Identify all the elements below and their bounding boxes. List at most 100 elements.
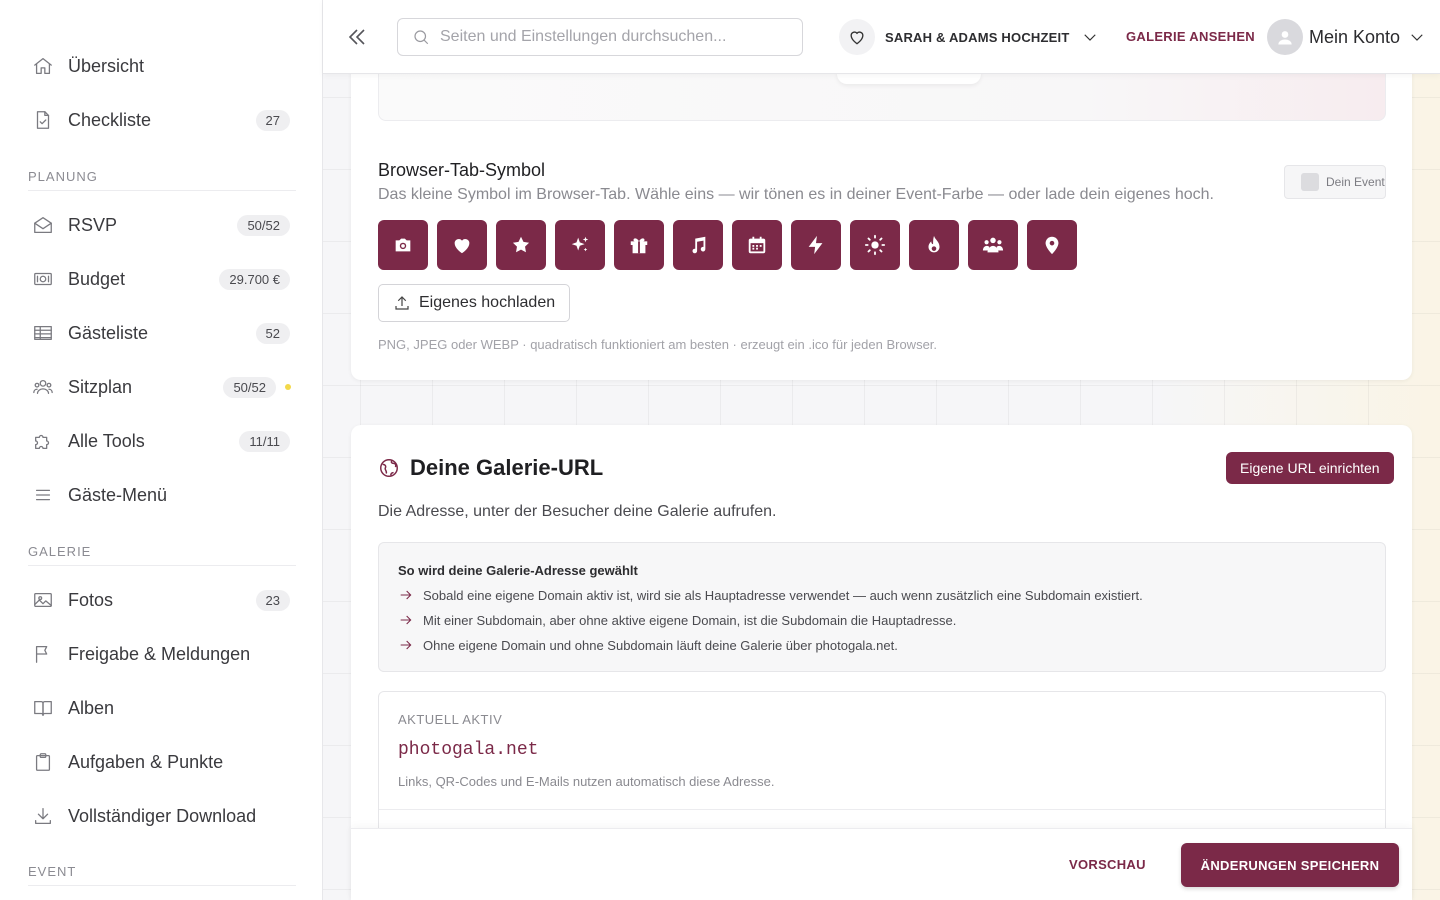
gallery-url-title: Deine Galerie-URL [410,455,604,480]
double-chevron-left-icon [348,29,365,45]
account-menu[interactable]: Mein Konto [1267,18,1426,56]
sidebar-item-gaesteliste[interactable]: Gästeliste 52 [28,313,294,353]
event-color-chip[interactable]: Dein Event [1284,165,1386,199]
upload-own-button[interactable]: Eigenes hochladen [378,284,571,322]
icon-option-star[interactable] [496,220,546,270]
clipboard-icon [28,750,60,774]
sidebar-item-rsvp[interactable]: RSVP 50/52 [28,205,294,245]
heart-icon [454,239,470,254]
address-rule-text: Ohne eigene Domain und ohne Subdomain lä… [423,637,898,653]
download-icon [28,804,60,828]
collapse-sidebar-button[interactable] [345,25,369,49]
map-pin-icon [1045,236,1059,255]
sidebar-item-checkliste[interactable]: Checkliste 27 [28,100,294,140]
bolt-icon [808,235,823,255]
search-input[interactable] [440,28,780,46]
sidebar-item-label: Alben [68,697,115,718]
setup-own-url-button[interactable]: Eigene URL einrichten [1226,452,1394,484]
sidebar-item-label: Aufgaben & Punkte [68,751,224,772]
globe-icon [380,459,398,477]
sidebar-item-freigabe[interactable]: Freigabe & Meldungen [28,634,294,674]
arrow-right-icon [400,615,412,625]
book-icon [28,696,60,720]
sidebar-item-label: Fotos [68,589,114,610]
icon-option-gift[interactable] [614,220,664,270]
address-rules-box: So wird deine Galerie-Adresse gewählt So… [378,542,1386,672]
view-gallery-link[interactable]: GALERIE ANSEHEN [1126,29,1255,44]
icon-option-bolt[interactable] [791,220,841,270]
sidebar-item-alle-tools[interactable]: Alle Tools 11/11 [28,421,294,461]
address-rule-item: Mit einer Subdomain, aber ohne aktive ei… [398,612,956,628]
sidebar-item-label: Übersicht [68,55,145,76]
upload-icon [395,296,409,310]
event-name: SARAH & ADAMS HOCHZEIT [885,29,1070,45]
puzzle-icon [28,429,60,453]
status-dot [285,384,291,390]
save-changes-button[interactable]: ÄNDERUNGEN SPEICHERN [1181,843,1399,887]
tab-symbol-title: Browser-Tab-Symbol [378,160,546,180]
count-badge: 27 [255,109,290,131]
gallery-url-description: Die Adresse, unter der Besucher deine Ga… [378,503,777,520]
color-swatch [1301,173,1319,191]
count-badge: 11/11 [239,430,290,452]
section-title-planung: PLANUNG [28,169,296,191]
group-icon [982,237,1004,253]
sidebar-item-label: Freigabe & Meldungen [68,643,251,664]
icon-option-map-pin[interactable] [1027,220,1077,270]
address-rules-title: So wird deine Galerie-Adresse gewählt [398,563,638,578]
icon-picker [378,220,1077,270]
sidebar-item-aufgaben[interactable]: Aufgaben & Punkte [28,742,294,782]
event-switcher[interactable]: SARAH & ADAMS HOCHZEIT [839,18,1099,56]
icon-option-sparkles[interactable] [555,220,605,270]
icon-option-group[interactable] [968,220,1018,270]
sidebar-item-sitzplan[interactable]: Sitzplan 50/52 [28,367,294,407]
gallery-url-header: Deine Galerie-URL [378,455,603,481]
icon-option-sun[interactable] [850,220,900,270]
count-badge: 23 [255,589,290,611]
search-field[interactable] [397,18,803,56]
upload-own-label: Eigenes hochladen [419,294,556,311]
avatar [1267,19,1303,55]
account-label: Mein Konto [1309,26,1401,47]
envelope-icon [28,213,60,237]
active-address-label: AKTUELL AKTIV [398,712,503,727]
sidebar-item-label: Vollständiger Download [68,805,257,826]
sidebar-item-label: Sitzplan [68,376,133,397]
icon-option-calendar[interactable] [732,220,782,270]
heart-icon [839,19,875,55]
sidebar: Übersicht Checkliste 27 PLANUNG RSVP 50/… [0,0,323,900]
money-icon [28,267,60,291]
icon-option-heart[interactable] [437,220,487,270]
sidebar-item-label: Gästeliste [68,322,149,343]
active-address-url: photogala.net [398,740,539,760]
sidebar-item-label: Budget [68,268,126,289]
sidebar-item-download[interactable]: Vollständiger Download [28,796,294,836]
amount-badge: 29.700 € [219,268,290,290]
arrow-right-icon [400,590,412,600]
address-rule-text: Mit einer Subdomain, aber ohne aktive ei… [423,612,957,628]
section-title-event: EVENT [28,864,296,886]
chevron-down-icon [1411,34,1423,41]
sidebar-item-alben[interactable]: Alben [28,688,294,728]
sidebar-item-budget[interactable]: Budget 29.700 € [28,259,294,299]
sidebar-item-gaeste-menue[interactable]: Gäste-Menü [28,475,294,515]
camera-icon [395,238,411,252]
count-badge: 52 [255,322,290,344]
preview-button[interactable]: VORSCHAU [1069,857,1146,872]
calendar-icon [748,236,766,254]
sidebar-item-label: RSVP [68,214,118,235]
top-header: SARAH & ADAMS HOCHZEIT GALERIE ANSEHEN M… [323,0,1440,74]
sidebar-item-uebersicht[interactable]: Übersicht [28,46,294,86]
icon-option-camera[interactable] [378,220,428,270]
address-rule-item: Ohne eigene Domain und ohne Subdomain lä… [398,637,898,653]
address-rule-text: Sobald eine eigene Domain aktiv ist, wir… [423,587,1143,603]
menu-icon [28,483,60,507]
star-icon [512,236,530,253]
image-icon [28,588,60,612]
icon-option-music[interactable] [673,220,723,270]
icon-option-flame[interactable] [909,220,959,270]
sidebar-item-fotos[interactable]: Fotos 23 [28,580,294,620]
gift-icon [630,238,648,254]
table-icon [28,321,60,345]
flame-icon [928,235,940,253]
